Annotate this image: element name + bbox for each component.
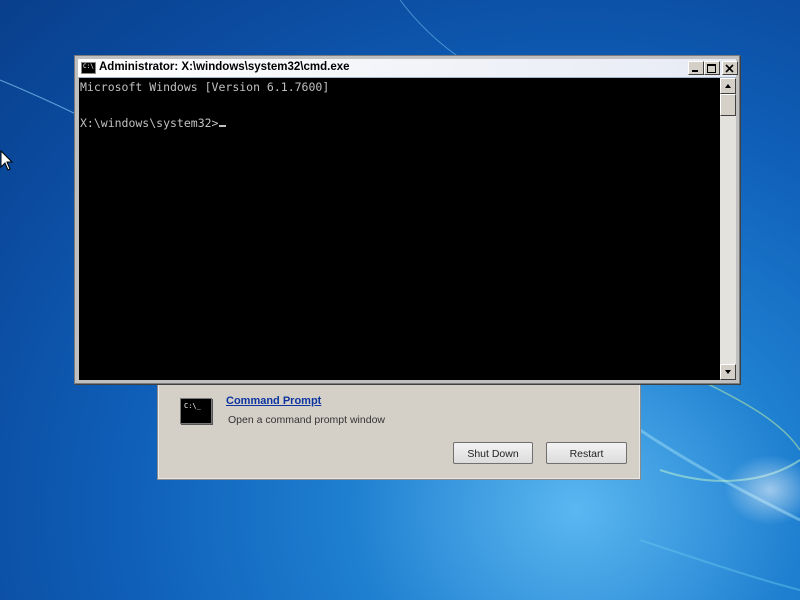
mouse-pointer-icon (0, 150, 14, 171)
close-button[interactable] (722, 61, 738, 75)
scrollbar-thumb[interactable] (720, 94, 736, 116)
minimize-icon (692, 70, 698, 72)
cmd-window: C:\ Administrator: X:\windows\system32\c… (74, 55, 740, 384)
shut-down-button[interactable]: Shut Down (453, 442, 533, 464)
console-line-version: Microsoft Windows [Version 6.1.7600] (80, 80, 330, 94)
vertical-scrollbar[interactable] (720, 78, 736, 380)
minimize-button[interactable] (688, 61, 704, 75)
command-prompt-icon[interactable]: C:\_ (180, 398, 212, 424)
arrow-down-icon (725, 370, 731, 374)
cmd-app-icon[interactable]: C:\ (81, 62, 96, 74)
console-output[interactable]: Microsoft Windows [Version 6.1.7600] X:\… (79, 78, 720, 380)
arrow-up-icon (725, 84, 731, 88)
restart-button[interactable]: Restart (546, 442, 627, 464)
prompt-text: X:\windows\system32> (80, 116, 219, 130)
console-line-prompt: X:\windows\system32> (80, 114, 227, 132)
scroll-up-button[interactable] (720, 78, 736, 94)
close-icon (725, 64, 734, 73)
window-title: Administrator: X:\windows\system32\cmd.e… (99, 61, 350, 73)
command-prompt-description: Open a command prompt window (228, 414, 385, 426)
maximize-icon (707, 64, 716, 73)
maximize-button[interactable] (704, 61, 720, 75)
text-cursor (219, 125, 227, 127)
recovery-options-dialog: C:\_ Command Prompt Open a command promp… (157, 377, 641, 480)
scroll-down-button[interactable] (720, 364, 736, 380)
command-prompt-link[interactable]: Command Prompt (226, 395, 321, 407)
cmd-titlebar[interactable]: C:\ Administrator: X:\windows\system32\c… (78, 59, 738, 78)
